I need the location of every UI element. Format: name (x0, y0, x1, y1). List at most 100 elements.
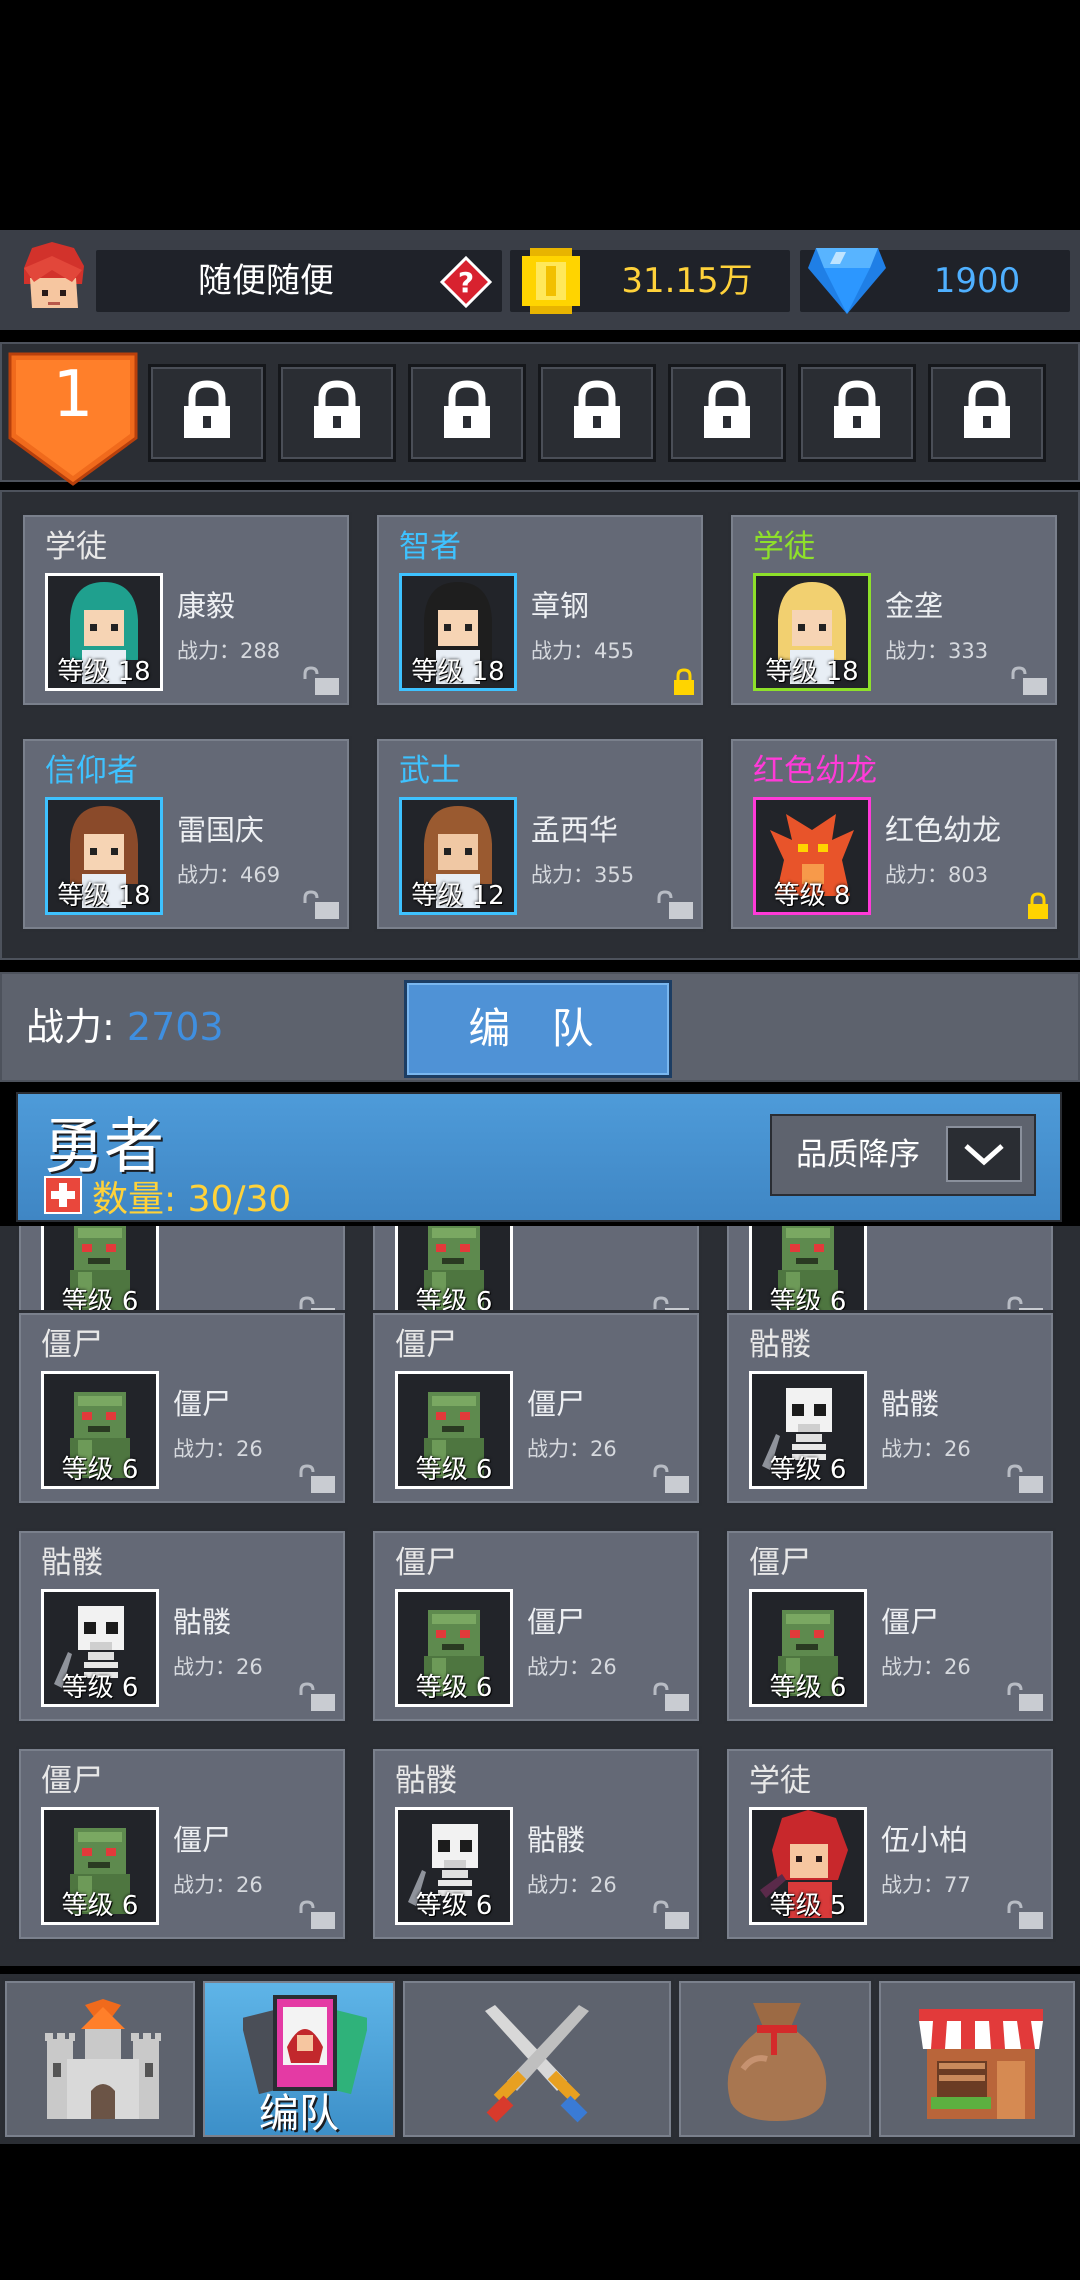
unlocked-icon[interactable] (655, 889, 697, 921)
team-slot-7-locked[interactable] (798, 364, 916, 462)
hero-role: 僵尸 (41, 1763, 103, 1799)
member-power: 战力：455 (531, 639, 635, 663)
team-slot-3-locked[interactable] (278, 364, 396, 462)
sort-toggle[interactable] (946, 1126, 1022, 1182)
unlocked-icon[interactable] (297, 1681, 339, 1713)
hero-card[interactable]: 骷髅 等级 6 骷髅 战力：26 (16, 1528, 348, 1724)
unlocked-icon[interactable] (651, 1463, 693, 1495)
unlocked-icon[interactable] (297, 1899, 339, 1931)
hero-name: 骷髅 (527, 1823, 586, 1857)
sort-dropdown[interactable]: 品质降序 (770, 1114, 1036, 1196)
nav-bag[interactable] (676, 1978, 874, 2140)
team-member-card[interactable]: 武士 等级 12 孟西华 战力：355 (374, 736, 706, 932)
hero-card[interactable]: 骷髅 等级 6 骷髅 战力：26 (724, 1310, 1056, 1506)
nav-formation[interactable]: 编队 (200, 1978, 398, 2140)
team-slot-number: 1 (52, 358, 94, 432)
player-name-panel: 随便随便 ? (96, 250, 502, 312)
team-member-card[interactable]: 学徒 等级 18 康毅 战力：288 (20, 512, 352, 708)
hero-card[interactable]: 僵尸 等级 6 僵尸 战力：26 (370, 1310, 702, 1506)
locked-icon[interactable] (671, 667, 697, 697)
team-member-card[interactable]: 智者 等级 18 章钢 战力：455 (374, 512, 706, 708)
team-slot-5-locked[interactable] (538, 364, 656, 462)
hero-portrait: 等级 6 (395, 1589, 513, 1707)
hero-portrait: 等级 6 (41, 1807, 159, 1925)
unlocked-icon[interactable] (297, 1463, 339, 1495)
unlocked-icon[interactable] (1005, 1681, 1047, 1713)
team-power-label: 战力: (26, 1005, 115, 1049)
member-role: 智者 (399, 529, 461, 565)
hero-power: 战力：26 (527, 1655, 617, 1679)
nav-battle[interactable] (400, 1978, 674, 2140)
add-capacity-icon[interactable] (44, 1176, 82, 1214)
member-portrait: 等级 18 (45, 797, 163, 915)
member-name: 康毅 (177, 589, 236, 623)
member-level: 等级 18 (765, 657, 859, 687)
hero-power: 战力：26 (173, 1873, 263, 1897)
resource-bar: 随便随便 ? 31.15万 1900 (0, 230, 1080, 330)
chevron-down-icon (964, 1144, 1004, 1166)
member-level: 等级 18 (411, 657, 505, 687)
hero-card[interactable]: 僵尸 等级 6 僵尸 战力：26 (16, 1746, 348, 1942)
hero-role: 僵尸 (395, 1327, 457, 1363)
member-level: 等级 12 (411, 881, 505, 911)
team-member-card[interactable]: 信仰者 等级 18 雷国庆 战力：469 (20, 736, 352, 932)
hero-power: 战力：26 (527, 1873, 617, 1897)
hero-card[interactable]: 僵尸 等级 6 僵尸 战力：26 (370, 1528, 702, 1724)
member-name: 金垄 (885, 589, 944, 623)
hero-role: 学徒 (749, 1763, 811, 1799)
nav-shop[interactable] (876, 1978, 1078, 2140)
team-member-grid: 学徒 等级 18 康毅 战力：288 智者 等级 18 章钢 战力：455 学徒… (0, 490, 1080, 960)
team-power: 战力: 2703 (26, 974, 224, 1080)
hero-card[interactable]: 骷髅 等级 6 骷髅 战力：26 (370, 1746, 702, 1942)
team-slot-4-locked[interactable] (408, 364, 526, 462)
bottom-navigation: 编队 (0, 1974, 1080, 2144)
hero-name: 骷髅 (173, 1605, 232, 1639)
formation-button[interactable]: 编 队 (404, 980, 672, 1078)
member-power: 战力：288 (177, 639, 281, 663)
unlocked-icon[interactable] (651, 1899, 693, 1931)
hero-power: 战力：26 (173, 1437, 263, 1461)
shop-icon (919, 2009, 1043, 2119)
team-slot-1-active[interactable]: 1 (8, 352, 138, 486)
unlocked-icon[interactable] (1009, 665, 1051, 697)
team-slot-2-locked[interactable] (148, 364, 266, 462)
hero-list[interactable]: 等级 6 等级 6 等级 6 僵尸 等级 6 僵尸 战力：26 僵尸 等级 6 … (0, 1226, 1080, 1966)
hero-portrait: 等级 6 (749, 1226, 867, 1321)
team-member-card[interactable]: 红色幼龙 等级 8 红色幼龙 战力：803 (728, 736, 1060, 932)
locked-icon[interactable] (1025, 891, 1051, 921)
nav-castle[interactable] (2, 1978, 198, 2140)
player-avatar[interactable] (12, 238, 94, 320)
hero-name: 伍小柏 (881, 1823, 969, 1857)
red-hair-avatar-icon (24, 242, 84, 308)
member-role: 信仰者 (45, 753, 138, 789)
team-slot-8-locked[interactable] (928, 364, 1046, 462)
hero-portrait: 等级 6 (749, 1371, 867, 1489)
unlocked-icon[interactable] (1005, 1899, 1047, 1931)
castle-icon (45, 1999, 161, 2119)
member-level: 等级 18 (57, 881, 151, 911)
hero-level: 等级 5 (769, 1891, 847, 1921)
hero-card[interactable]: 学徒 等级 5 伍小柏 战力：77 (724, 1746, 1056, 1942)
gold-panel: 31.15万 (510, 248, 790, 314)
hero-portrait: 等级 5 (749, 1807, 867, 1925)
hero-power: 战力：26 (881, 1437, 971, 1461)
hero-card[interactable]: 僵尸 等级 6 僵尸 战力：26 (16, 1310, 348, 1506)
hero-name: 骷髅 (881, 1387, 940, 1421)
member-portrait: 等级 18 (45, 573, 163, 691)
unlocked-icon[interactable] (651, 1681, 693, 1713)
member-power: 战力：333 (885, 639, 989, 663)
unlocked-icon[interactable] (301, 665, 343, 697)
team-slot-6-locked[interactable] (668, 364, 786, 462)
unlocked-icon[interactable] (1005, 1463, 1047, 1495)
hero-card[interactable]: 僵尸 等级 6 僵尸 战力：26 (724, 1528, 1056, 1724)
member-name: 孟西华 (531, 813, 619, 847)
help-icon[interactable]: ? (440, 256, 492, 308)
padlock-icon (444, 380, 490, 438)
member-portrait: 等级 18 (399, 573, 517, 691)
gem-panel: 1900 (800, 248, 1070, 314)
unlocked-icon[interactable] (301, 889, 343, 921)
team-member-card[interactable]: 学徒 等级 18 金垄 战力：333 (728, 512, 1060, 708)
hero-level: 等级 6 (415, 1891, 493, 1921)
hero-level: 等级 6 (769, 1455, 847, 1485)
hero-portrait: 等级 6 (395, 1371, 513, 1489)
